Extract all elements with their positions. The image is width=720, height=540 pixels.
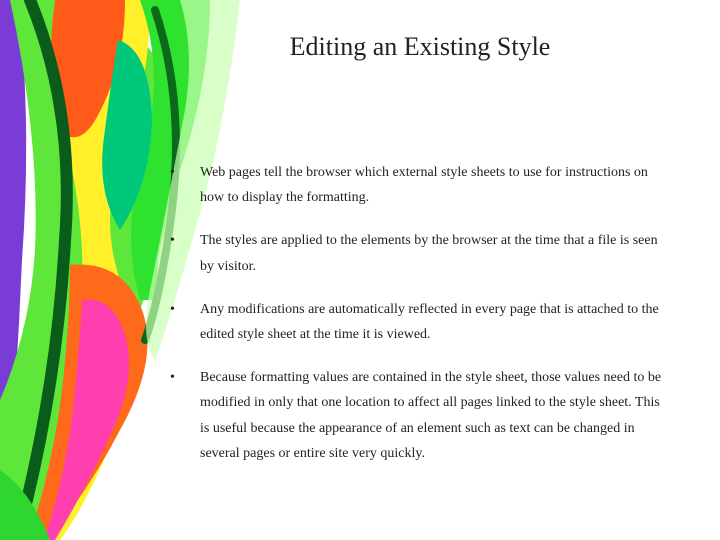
content-area: Editing an Existing Style Web pages tell… [0, 0, 720, 540]
list-item: Web pages tell the browser which externa… [160, 160, 670, 210]
list-item: Because formatting values are contained … [160, 365, 670, 466]
bullet-list: Web pages tell the browser which externa… [160, 160, 670, 484]
list-item: Any modifications are automatically refl… [160, 297, 670, 347]
list-item: The styles are applied to the elements b… [160, 228, 670, 278]
slide-title: Editing an Existing Style [160, 32, 680, 62]
slide: Editing an Existing Style Web pages tell… [0, 0, 720, 540]
